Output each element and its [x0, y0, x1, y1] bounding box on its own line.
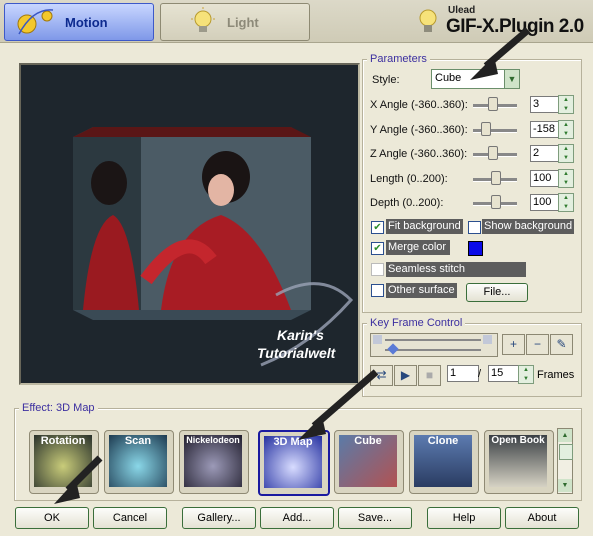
- merge-color-swatch[interactable]: [468, 241, 483, 256]
- total-frames-input[interactable]: 15: [488, 365, 520, 382]
- add-keyframe-icon[interactable]: +: [502, 334, 525, 355]
- keyframe-title: Key Frame Control: [367, 317, 466, 329]
- style-label: Style:: [372, 74, 400, 86]
- z-angle-spinner[interactable]: ▲ ▼: [558, 144, 574, 163]
- loop-icon[interactable]: ⇄: [370, 365, 393, 386]
- depth-slider-thumb[interactable]: [491, 195, 501, 209]
- effect-3d-map[interactable]: 3D Map: [258, 430, 330, 496]
- fit-background-checkbox[interactable]: ✔: [371, 221, 384, 234]
- lightbulb-logo-icon: [419, 9, 437, 32]
- effect-rotation-label: Rotation: [40, 435, 86, 447]
- tab-motion-label: Motion: [65, 14, 108, 30]
- other-surface-checkbox[interactable]: [371, 284, 384, 297]
- chevron-down-icon[interactable]: ▼: [504, 70, 519, 88]
- effect-open-book-label: Open Book: [491, 435, 545, 446]
- save-button[interactable]: Save...: [338, 507, 412, 529]
- effect-scan[interactable]: Scan: [104, 430, 174, 494]
- brand-vendor: Ulead: [448, 5, 476, 16]
- effect-nickelodeon-label: Nickelodeon: [186, 435, 240, 445]
- y-angle-slider[interactable]: [473, 129, 517, 133]
- current-frame-input[interactable]: 1: [447, 365, 479, 382]
- scroll-up-icon[interactable]: ▲: [558, 429, 572, 442]
- frames-label: Frames: [537, 369, 575, 381]
- length-input[interactable]: 100: [530, 170, 560, 187]
- y-angle-label: Y Angle (-360..360):: [370, 124, 468, 136]
- other-surface-label[interactable]: Other surface: [386, 283, 457, 298]
- scroll-thumb[interactable]: [559, 444, 573, 460]
- x-angle-label: X Angle (-360..360):: [370, 99, 468, 111]
- effect-scan-label: Scan: [124, 435, 152, 447]
- keyframe-marker[interactable]: [387, 343, 399, 355]
- effects-scrollbar[interactable]: ▲ ▼: [557, 428, 573, 494]
- effect-3d-map-label: 3D Map: [273, 436, 313, 448]
- effect-open-book[interactable]: Open Book: [484, 430, 554, 494]
- depth-label: Depth (0..200):: [370, 197, 444, 209]
- pen-icon[interactable]: ✎: [550, 334, 573, 355]
- style-select-value: Cube: [435, 72, 462, 84]
- about-button[interactable]: About: [505, 507, 579, 529]
- keyframe-end-icon[interactable]: [483, 335, 492, 344]
- seamless-stitch-checkbox[interactable]: [371, 263, 384, 276]
- stop-icon[interactable]: ■: [418, 365, 441, 386]
- effect-clone[interactable]: Clone: [409, 430, 479, 494]
- merge-color-label[interactable]: Merge color: [386, 240, 450, 255]
- style-select[interactable]: Cube ▼: [431, 69, 520, 89]
- brand-logo: Ulead GIF-X.Plugin 2.0: [414, 4, 589, 40]
- keyframe-start-icon[interactable]: [373, 335, 382, 344]
- preview-canvas: Karin's Tutorialwelt: [19, 63, 360, 385]
- play-icon[interactable]: ▶: [394, 365, 417, 386]
- show-background-checkbox[interactable]: [468, 221, 481, 234]
- effect-clone-label: Clone: [427, 435, 459, 447]
- depth-input[interactable]: 100: [530, 194, 560, 211]
- tab-light-label: Light: [227, 14, 259, 30]
- y-angle-slider-thumb[interactable]: [481, 122, 491, 136]
- cancel-button[interactable]: Cancel: [93, 507, 167, 529]
- watermark-text-1: Karin's: [277, 327, 324, 343]
- tab-light[interactable]: Light: [160, 3, 310, 41]
- remove-keyframe-icon[interactable]: −: [526, 334, 549, 355]
- x-angle-input[interactable]: 3: [530, 96, 560, 113]
- y-angle-spinner[interactable]: ▲ ▼: [558, 120, 574, 139]
- z-angle-label: Z Angle (-360..360):: [370, 148, 468, 160]
- add-button[interactable]: Add...: [260, 507, 334, 529]
- brand-product: GIF-X.Plugin 2.0: [446, 16, 584, 37]
- scroll-down-icon[interactable]: ▼: [558, 479, 572, 492]
- length-label: Length (0..200):: [370, 173, 448, 185]
- effect-nickelodeon[interactable]: Nickelodeon: [179, 430, 249, 494]
- fit-background-label[interactable]: Fit background: [386, 219, 463, 234]
- length-spinner[interactable]: ▲ ▼: [558, 169, 574, 188]
- tab-motion[interactable]: Motion: [4, 3, 154, 41]
- gallery-button[interactable]: Gallery...: [182, 507, 256, 529]
- effect-rotation[interactable]: Rotation: [29, 430, 99, 494]
- z-angle-slider-thumb[interactable]: [488, 146, 498, 160]
- seamless-stitch-label[interactable]: Seamless stitch: [386, 262, 526, 277]
- effect-cube-label: Cube: [354, 435, 382, 447]
- effect-cube[interactable]: Cube: [334, 430, 404, 494]
- show-background-label[interactable]: Show background: [482, 219, 575, 234]
- keyframe-track-top: [385, 339, 481, 341]
- parameters-title: Parameters: [367, 53, 430, 65]
- effects-title: Effect: 3D Map: [19, 402, 98, 414]
- motion-icon: [17, 9, 54, 35]
- y-angle-input[interactable]: -158: [530, 121, 560, 138]
- length-slider-thumb[interactable]: [491, 171, 501, 185]
- ok-button[interactable]: OK: [15, 507, 89, 529]
- merge-color-checkbox[interactable]: ✔: [371, 242, 384, 255]
- file-button[interactable]: File...: [466, 283, 528, 302]
- x-angle-slider-thumb[interactable]: [488, 97, 498, 111]
- frames-spinner[interactable]: ▲ ▼: [518, 365, 534, 384]
- watermark-text-2: Tutorialwelt: [257, 345, 336, 361]
- frame-separator: /: [478, 368, 482, 380]
- lightbulb-icon: [191, 7, 215, 32]
- keyframe-timeline[interactable]: [370, 333, 498, 357]
- help-button[interactable]: Help: [427, 507, 501, 529]
- x-angle-spinner[interactable]: ▲ ▼: [558, 95, 574, 114]
- z-angle-input[interactable]: 2: [530, 145, 560, 162]
- depth-spinner[interactable]: ▲ ▼: [558, 193, 574, 212]
- keyframe-track-bottom: [385, 349, 481, 351]
